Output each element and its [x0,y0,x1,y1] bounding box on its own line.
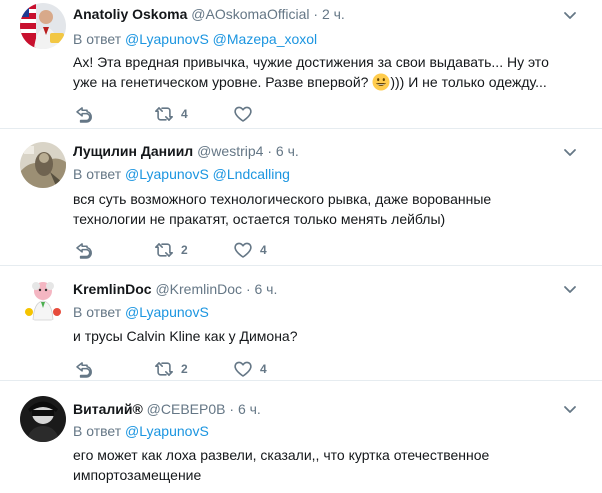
like-button[interactable] [233,104,260,124]
chevron-down-icon[interactable] [562,281,578,297]
reply-context: В ответ @LyapunovS @Lndcalling [73,166,290,182]
tweet-header: Виталий® @СЕВЕР0В · 6 ч. [73,401,261,417]
reply-context: В ответ @LyapunovS [73,423,209,439]
mention-link[interactable]: @LyapunovS [125,304,209,320]
retweet-icon [155,243,173,257]
chevron-down-icon[interactable] [562,144,578,160]
avatar[interactable] [20,142,66,188]
tweet[interactable]: Anatoliy Oskoma @AOskomaOfficial · 2 ч. … [0,0,602,128]
heart-icon [234,106,252,122]
separator-dot: · [267,143,272,159]
timestamp[interactable]: 6 ч. [255,281,278,297]
like-button[interactable]: 4 [233,240,267,260]
reply-icon [76,107,92,123]
tweet-text: его может как лоха развели, сказали,, чт… [73,447,490,483]
retweet-button[interactable]: 4 [154,104,188,124]
retweet-count: 2 [181,243,188,257]
avatar[interactable] [20,3,66,49]
reply-button[interactable] [73,104,100,124]
tweet-text-part: ))) И не только одежду... [390,74,547,90]
timestamp[interactable]: 2 ч. [322,6,345,22]
separator-dot: · [229,401,235,417]
retweet-icon [155,362,173,376]
avatar[interactable] [20,276,66,322]
reply-icon [76,362,92,378]
mention-link[interactable]: @LyapunovS [125,31,209,47]
separator-dot: · [245,281,251,297]
reply-context: В ответ @LyapunovS [73,304,209,320]
like-button[interactable]: 4 [233,359,267,379]
timestamp[interactable]: 6 ч. [276,143,299,159]
retweet-count: 2 [181,362,188,376]
author-handle[interactable]: @AOskomaOfficial [191,6,309,22]
reply-prefix: В ответ [73,304,122,320]
mention-link[interactable]: @LyapunovS [125,423,209,439]
reply-prefix: В ответ [73,166,122,182]
like-count: 4 [260,243,267,257]
mention-link[interactable]: @LyapunovS [125,166,209,182]
mention-link[interactable]: @Mazepa_xoxol [213,31,318,47]
reply-icon [76,243,92,259]
author-handle[interactable]: @KremlinDoc [155,281,242,297]
mention-link[interactable]: @Lndcalling [213,166,290,182]
tweet-text: Ах! Эта вредная привычка, чужие достижен… [73,52,563,92]
reply-prefix: В ответ [73,423,122,439]
heart-icon [234,242,252,258]
retweet-button[interactable]: 2 [154,240,188,260]
reply-context: В ответ @LyapunovS @Mazepa_xoxol [73,31,317,47]
author-handle[interactable]: @westrip4 [197,143,263,159]
retweet-count: 4 [181,107,188,121]
avatar[interactable] [20,396,66,442]
retweet-icon [155,107,173,121]
author-handle[interactable]: @СЕВЕР0В [147,401,226,417]
separator-dot: · [313,6,319,22]
tweet-text: вся суть возможного технологического рыв… [73,191,492,227]
reply-prefix: В ответ [73,31,122,47]
heart-icon [234,361,252,377]
chevron-down-icon[interactable] [562,7,578,23]
author-name[interactable]: Лущилин Даниил [73,143,193,159]
tweet[interactable]: Виталий® @СЕВЕР0В · 6 ч. В ответ @Lyapun… [0,381,602,493]
retweet-button[interactable]: 2 [154,359,188,379]
chevron-down-icon[interactable] [562,401,578,417]
tweet-header: KremlinDoc @KremlinDoc · 6 ч. [73,281,277,297]
like-count: 4 [260,362,267,376]
tweet-text: и трусы Calvin Kline как у Димона? [73,328,298,344]
author-name[interactable]: Виталий® [73,401,143,417]
tweet-header: Anatoliy Oskoma @AOskomaOfficial · 2 ч. [73,6,345,22]
author-name[interactable]: KremlinDoc [73,281,152,297]
tweet[interactable]: KremlinDoc @KremlinDoc · 6 ч. В ответ @L… [0,266,602,380]
timestamp[interactable]: 6 ч. [238,401,261,417]
grinning-face-emoji [372,73,390,91]
author-name[interactable]: Anatoliy Oskoma [73,6,187,22]
reply-button[interactable] [73,240,100,260]
tweet[interactable]: Лущилин Даниил @westrip4 · 6 ч. В ответ … [0,129,602,265]
reply-button[interactable] [73,359,100,379]
tweet-header: Лущилин Даниил @westrip4 · 6 ч. [73,143,299,159]
